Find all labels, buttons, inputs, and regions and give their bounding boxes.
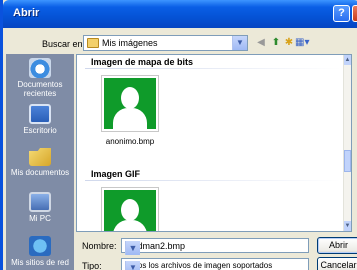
group-divider	[85, 180, 341, 181]
chevron-down-icon[interactable]: ▼	[125, 261, 140, 270]
place-my-documents[interactable]: Mis documentos	[6, 146, 74, 177]
place-desktop[interactable]: Escritorio	[6, 104, 74, 135]
file-name-label[interactable]: anonimo.bmp	[93, 137, 167, 146]
user-silhouette-icon	[104, 78, 156, 129]
open-dialog: Abrir ? Buscar en: Mis imágenes ▼ ◀ ⬆ ✱ …	[0, 0, 357, 270]
window-title: Abrir	[13, 7, 40, 19]
look-in-dropdown[interactable]: Mis imágenes ▼	[83, 35, 248, 51]
up-folder-button[interactable]: ⬆	[269, 36, 283, 50]
place-label: Mis documentos	[10, 168, 70, 177]
group-title: Imagen GIF	[91, 169, 141, 179]
scroll-thumb[interactable]	[344, 150, 351, 172]
file-thumbnail[interactable]	[101, 187, 159, 231]
place-label: Mi PC	[29, 214, 51, 223]
close-button[interactable]	[352, 5, 357, 22]
views-menu-button[interactable]: ▦▾	[295, 36, 309, 50]
file-thumbnail[interactable]	[101, 75, 159, 132]
scroll-up-button[interactable]: ▲	[344, 55, 351, 65]
group-divider	[85, 68, 341, 69]
file-type-select[interactable]: Todos los archivos de imagen soportados …	[121, 258, 309, 270]
place-label: Mis sitios de red	[11, 258, 69, 267]
help-button[interactable]: ?	[333, 5, 350, 22]
network-places-icon	[29, 236, 51, 256]
place-recent-documents[interactable]: Documentos recientes	[6, 58, 74, 98]
cancel-button[interactable]: Cancelar	[317, 257, 357, 270]
file-list[interactable]: Imagen de mapa de bits anonimo.bmp Image…	[76, 54, 352, 232]
group-title: Imagen de mapa de bits	[91, 57, 194, 67]
place-network[interactable]: Mis sitios de red	[6, 236, 74, 267]
scroll-down-button[interactable]: ▼	[344, 221, 351, 231]
open-button[interactable]: Abrir	[317, 237, 357, 254]
chevron-down-icon[interactable]: ▼	[125, 241, 140, 255]
new-folder-button[interactable]: ✱	[282, 36, 296, 50]
my-documents-icon	[29, 148, 51, 166]
my-computer-icon	[29, 192, 51, 212]
file-type-value: Todos los archivos de imagen soportados	[125, 261, 273, 270]
back-button[interactable]: ◀	[254, 36, 268, 50]
place-label: Documentos recientes	[17, 80, 63, 98]
desktop-icon	[29, 104, 51, 124]
folder-icon	[87, 38, 99, 48]
recent-documents-icon	[29, 58, 51, 78]
file-name-label: Nombre:	[82, 241, 117, 251]
file-type-label: Tipo:	[82, 261, 102, 270]
place-label: Escritorio	[23, 126, 57, 135]
places-bar: Documentos recientes Escritorio Mis docu…	[6, 54, 74, 270]
file-name-input[interactable]: Feldman2.bmp ▼	[121, 238, 309, 255]
look-in-label: Buscar en:	[42, 39, 86, 49]
chevron-down-icon[interactable]: ▼	[232, 36, 247, 50]
title-bar[interactable]: Abrir ?	[3, 0, 357, 28]
user-silhouette-icon	[104, 190, 156, 231]
place-my-computer[interactable]: Mi PC	[6, 192, 74, 223]
look-in-value: Mis imágenes	[102, 38, 158, 48]
vertical-scrollbar[interactable]: ▲ ▼	[343, 55, 351, 231]
